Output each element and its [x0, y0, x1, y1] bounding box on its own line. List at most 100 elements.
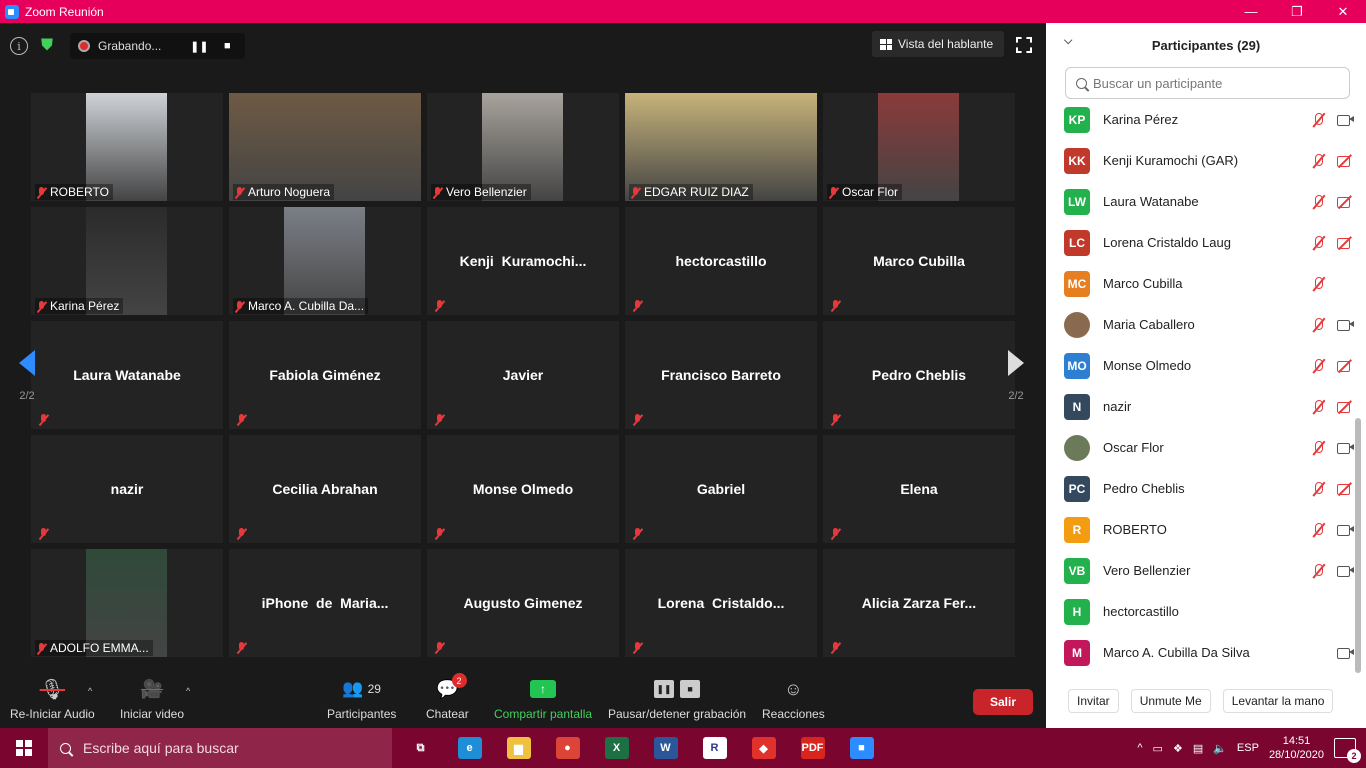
restore-button[interactable]: ❐	[1274, 0, 1320, 23]
close-button[interactable]: ✕	[1320, 0, 1366, 23]
pdf-icon[interactable]: PDF	[788, 728, 837, 768]
shield-icon[interactable]: ⛊	[38, 36, 56, 56]
video-tile[interactable]: Marco Cubilla	[823, 207, 1015, 315]
participant-row[interactable]: PC Pedro Cheblis	[1046, 468, 1354, 509]
participant-name: EDGAR RUIZ DIAZ	[644, 185, 749, 199]
share-screen-button[interactable]: ↑ Compartir pantalla	[494, 676, 592, 721]
stop-recording-button[interactable]: ■	[217, 40, 237, 52]
pause-recording-button[interactable]: ❚❚	[189, 40, 209, 53]
video-tile[interactable]: nazir	[31, 435, 223, 543]
edge-icon[interactable]: e	[445, 728, 494, 768]
participant-row[interactable]: Hhectorcastillo	[1046, 591, 1354, 632]
participant-row[interactable]: MO Monse Olmedo	[1046, 345, 1354, 386]
previous-page-button[interactable]: 2/2	[12, 331, 42, 421]
video-tile[interactable]: ADOLFO EMMA...	[31, 549, 223, 657]
participants-button[interactable]: 👥 29 Participantes	[327, 676, 396, 721]
participant-row[interactable]: LC Lorena Cristaldo Laug	[1046, 222, 1354, 263]
video-tile[interactable]: Francisco Barreto	[625, 321, 817, 429]
video-tile[interactable]: Laura Watanabe	[31, 321, 223, 429]
video-tile[interactable]: Lorena Cristaldo...	[625, 549, 817, 657]
video-tile[interactable]: Javier	[427, 321, 619, 429]
excel-icon[interactable]: X	[592, 728, 641, 768]
participant-row[interactable]: KK Kenji Kuramochi (GAR)	[1046, 140, 1354, 181]
file-explorer-icon[interactable]: ▆	[494, 728, 543, 768]
video-tile[interactable]: Arturo Noguera	[229, 93, 421, 201]
network-icon[interactable]: ▤	[1193, 742, 1203, 755]
participant-row[interactable]: M Marco A. Cubilla Da Silva	[1046, 632, 1354, 673]
speaker-view-button[interactable]: Vista del hablante	[872, 31, 1004, 57]
chat-button[interactable]: 💬 2 Chatear	[426, 673, 469, 721]
video-options-caret[interactable]: ^	[186, 686, 190, 696]
recording-label: Grabando...	[98, 39, 162, 53]
participant-row[interactable]: Oscar Flor	[1046, 427, 1354, 468]
participant-name: Pedro Cheblis	[871, 367, 967, 383]
participant-row[interactable]: LW Laura Watanabe	[1046, 181, 1354, 222]
participant-name: ROBERTO	[50, 185, 109, 199]
video-tile[interactable]: Vero Bellenzier	[427, 93, 619, 201]
participant-name: iPhone de Maria...	[261, 595, 389, 611]
notification-center-icon[interactable]: 2	[1334, 738, 1361, 763]
video-tile[interactable]: Kenji Kuramochi...	[427, 207, 619, 315]
audio-options-caret[interactable]: ^	[88, 686, 92, 696]
panel-scrollbar[interactable]	[1355, 418, 1361, 673]
audio-button[interactable]: 🎙 Re-Iniciar Audio	[10, 676, 95, 722]
video-tile[interactable]: Gabriel	[625, 435, 817, 543]
video-tile[interactable]: Karina Pérez	[31, 207, 223, 315]
show-hidden-icons-icon[interactable]: ^	[1137, 742, 1142, 754]
chevron-down-icon[interactable]: ⌵	[1064, 35, 1072, 48]
participant-row[interactable]: VB Vero Bellenzier	[1046, 550, 1354, 591]
minimize-button[interactable]: —	[1228, 0, 1274, 23]
video-tile[interactable]: Marco A. Cubilla Da...	[229, 207, 421, 315]
reactions-button[interactable]: ☺ Reacciones	[762, 676, 825, 722]
r-app-icon[interactable]: R	[690, 728, 739, 768]
video-tile[interactable]: hectorcastillo	[625, 207, 817, 315]
fullscreen-icon[interactable]	[1016, 37, 1032, 53]
anydesk-icon[interactable]: ◆	[739, 728, 788, 768]
next-page-button[interactable]: 2/2	[1001, 331, 1031, 421]
battery-icon[interactable]: ▭	[1153, 742, 1163, 755]
unmute-me-button[interactable]: Unmute Me	[1130, 689, 1211, 713]
participant-search-input[interactable]	[1093, 75, 1333, 91]
video-tile[interactable]: Monse Olmedo	[427, 435, 619, 543]
participant-row[interactable]: MC Marco Cubilla	[1046, 263, 1354, 304]
video-tile[interactable]: Pedro Cheblis	[823, 321, 1015, 429]
word-icon[interactable]: W	[641, 728, 690, 768]
dropbox-icon[interactable]: ❖	[1173, 742, 1183, 755]
clock[interactable]: 14:51 28/10/2020	[1269, 734, 1324, 762]
raise-hand-button[interactable]: Levantar la mano	[1222, 689, 1334, 713]
invite-button[interactable]: Invitar	[1068, 689, 1119, 713]
participant-row[interactable]: KP Karina Pérez	[1046, 99, 1354, 140]
video-tile[interactable]: iPhone de Maria...	[229, 549, 421, 657]
language-indicator[interactable]: ESP	[1237, 742, 1259, 754]
leave-button[interactable]: Salir	[973, 689, 1033, 715]
video-tile[interactable]: Oscar Flor	[823, 93, 1015, 201]
chrome-icon-glyph: ●	[555, 737, 580, 759]
participant-name: Karina Pérez	[50, 299, 120, 313]
info-icon[interactable]: i	[10, 37, 28, 55]
participant-name: Fabiola Giménez	[269, 367, 381, 383]
video-tile[interactable]: ROBERTO	[31, 93, 223, 201]
camera-icon	[1337, 646, 1354, 660]
video-button[interactable]: 🎥 Iniciar video	[120, 676, 184, 722]
video-tile[interactable]: Alicia Zarza Fer...	[823, 549, 1015, 657]
participant-row[interactable]: Nnazir	[1046, 386, 1354, 427]
avatar	[1064, 434, 1090, 461]
video-tile[interactable]: EDGAR RUIZ DIAZ	[625, 93, 817, 201]
participants-count: 29	[367, 682, 381, 696]
chrome-icon[interactable]: ●	[543, 728, 592, 768]
pause-stop-recording-button[interactable]: ❚❚ ■ Pausar/detener grabación	[608, 676, 746, 721]
volume-icon[interactable]: 🔈	[1213, 742, 1227, 755]
taskbar-search[interactable]: Escribe aquí para buscar	[48, 728, 392, 768]
video-tile[interactable]: Fabiola Giménez	[229, 321, 421, 429]
windows-start-button[interactable]	[0, 728, 48, 768]
participant-row[interactable]: Maria Caballero	[1046, 304, 1354, 345]
taskbar-search-placeholder: Escribe aquí para buscar	[83, 740, 239, 756]
video-tile[interactable]: Cecilia Abrahan	[229, 435, 421, 543]
participant-row[interactable]: R ROBERTO	[1046, 509, 1354, 550]
video-tile[interactable]: Elena	[823, 435, 1015, 543]
video-tile[interactable]: Augusto Gimenez	[427, 549, 619, 657]
task-view-icon[interactable]: ⧉	[396, 728, 445, 768]
mic-muted-icon	[37, 186, 46, 198]
participant-search[interactable]	[1065, 67, 1350, 99]
zoom-taskbar-icon[interactable]: ■	[837, 728, 886, 768]
